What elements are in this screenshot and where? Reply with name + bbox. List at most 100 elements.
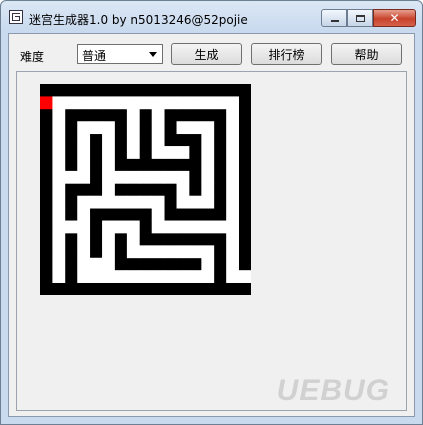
minimize-icon: [331, 20, 339, 22]
maze-canvas[interactable]: [40, 84, 251, 295]
maze-path-cell: [52, 245, 66, 259]
maze-path-cell: [126, 220, 140, 234]
maze-path-cell: [102, 146, 115, 159]
maze-path-cell: [201, 158, 215, 172]
maze-path-cell: [77, 96, 91, 110]
maze-path-cell: [226, 270, 239, 283]
maze-path-cell: [151, 270, 165, 283]
maze-path-cell: [201, 183, 215, 197]
maze-path-cell: [114, 270, 128, 283]
maze-path-cell: [77, 195, 91, 209]
maze-path-cell: [126, 245, 140, 259]
maze-path-cell: [52, 146, 66, 159]
maze-path-cell: [89, 121, 103, 135]
maze-path-cell: [126, 195, 140, 209]
player-marker: [40, 96, 53, 110]
maze-path-cell: [164, 96, 177, 110]
chevron-down-icon: [149, 52, 157, 57]
title-bar[interactable]: 迷宫生成器1.0 by n5013246@52pojie ✕: [1, 1, 422, 33]
minimize-button[interactable]: [321, 9, 347, 27]
maze-path-cell: [126, 96, 140, 110]
maze-path-cell: [77, 232, 91, 246]
maze-path-cell: [102, 170, 115, 184]
maze-path-cell: [77, 158, 91, 172]
maze-path-cell: [77, 270, 91, 283]
maximize-button[interactable]: [347, 9, 373, 27]
generate-button[interactable]: 生成: [171, 43, 242, 65]
maze-path-cell: [126, 108, 140, 122]
maze-path-cell: [164, 270, 177, 283]
maze-path-cell: [164, 220, 177, 234]
maze-path-cell: [176, 245, 190, 259]
maze-path-cell: [201, 195, 215, 209]
maze-path-cell: [126, 146, 140, 159]
maze-path-cell: [77, 220, 91, 234]
maze-path-cell: [201, 220, 215, 234]
maze-path-cell: [176, 170, 190, 184]
maze-path-cell: [102, 270, 115, 283]
maze-path-cell: [114, 170, 128, 184]
maze-path-cell: [213, 96, 227, 110]
maze-path-cell: [89, 195, 103, 209]
difficulty-select[interactable]: 普通: [77, 44, 163, 64]
maze-path-cell: [201, 170, 215, 184]
maze-path-cell: [226, 96, 239, 110]
maze-path-cell: [238, 270, 251, 283]
maze-path-cell: [139, 245, 153, 259]
maze-path-cell: [126, 121, 140, 135]
maze-path-cell: [77, 257, 91, 271]
window-title: 迷宫生成器1.0 by n5013246@52pojie: [29, 13, 248, 27]
maze-path-cell: [151, 245, 165, 259]
maze-app-icon: [9, 10, 23, 24]
maze-path-cell: [64, 96, 78, 110]
maze-path-cell: [201, 146, 215, 159]
maze-path-cell: [201, 133, 215, 147]
maze-path-cell: [139, 195, 153, 209]
maze-path-cell: [126, 270, 140, 283]
maze-path-cell: [52, 170, 66, 184]
maze-path-cell: [201, 270, 215, 283]
maze-path-cell: [114, 96, 128, 110]
maze-path-cell: [151, 220, 165, 234]
maze-path-cell: [126, 232, 140, 246]
maze-path-cell: [226, 183, 239, 197]
maze-path-cell: [139, 170, 153, 184]
maze-path-cell: [201, 257, 215, 271]
maze-path-cell: [102, 232, 115, 246]
maze-path-cell: [226, 158, 239, 172]
maze-path-cell: [151, 195, 165, 209]
maze-path-cell: [226, 121, 239, 135]
help-button[interactable]: 帮助: [331, 43, 402, 65]
maze-path-cell: [52, 108, 66, 122]
maze-path-cell: [176, 220, 190, 234]
maze-path-cell: [102, 195, 115, 209]
maze-path-cell: [77, 121, 91, 135]
maze-path-cell: [151, 170, 165, 184]
maze-path-cell: [102, 257, 115, 271]
maze-path-cell: [151, 133, 165, 147]
maze-path-cell: [89, 257, 103, 271]
maze-panel: UEBUG: [16, 71, 407, 411]
maze-path-cell: [164, 146, 177, 159]
maze-path-cell: [52, 208, 66, 221]
maze-path-cell: [126, 170, 140, 184]
client-area: 难度 普通 生成 排行榜 帮助 UEBUG: [8, 33, 415, 417]
maze-path-cell: [213, 220, 227, 234]
close-icon: ✕: [389, 11, 400, 25]
ranking-button[interactable]: 排行榜: [251, 43, 322, 65]
maze-path-cell: [201, 245, 215, 259]
maze-path-cell: [151, 96, 165, 110]
maze-path-cell: [151, 146, 165, 159]
maze-path-cell: [77, 170, 91, 184]
close-button[interactable]: ✕: [373, 9, 416, 27]
maze-path-cell: [226, 257, 239, 271]
maze-path-cell: [151, 108, 165, 122]
maze-path-cell: [201, 96, 215, 110]
difficulty-selected-value: 普通: [82, 49, 107, 63]
maze-path-cell: [64, 170, 78, 184]
maze-path-cell: [89, 96, 103, 110]
maze-path-cell: [188, 270, 202, 283]
maze-path-cell: [164, 245, 177, 259]
maze-path-cell: [102, 133, 115, 147]
maze-path-cell: [52, 96, 66, 110]
